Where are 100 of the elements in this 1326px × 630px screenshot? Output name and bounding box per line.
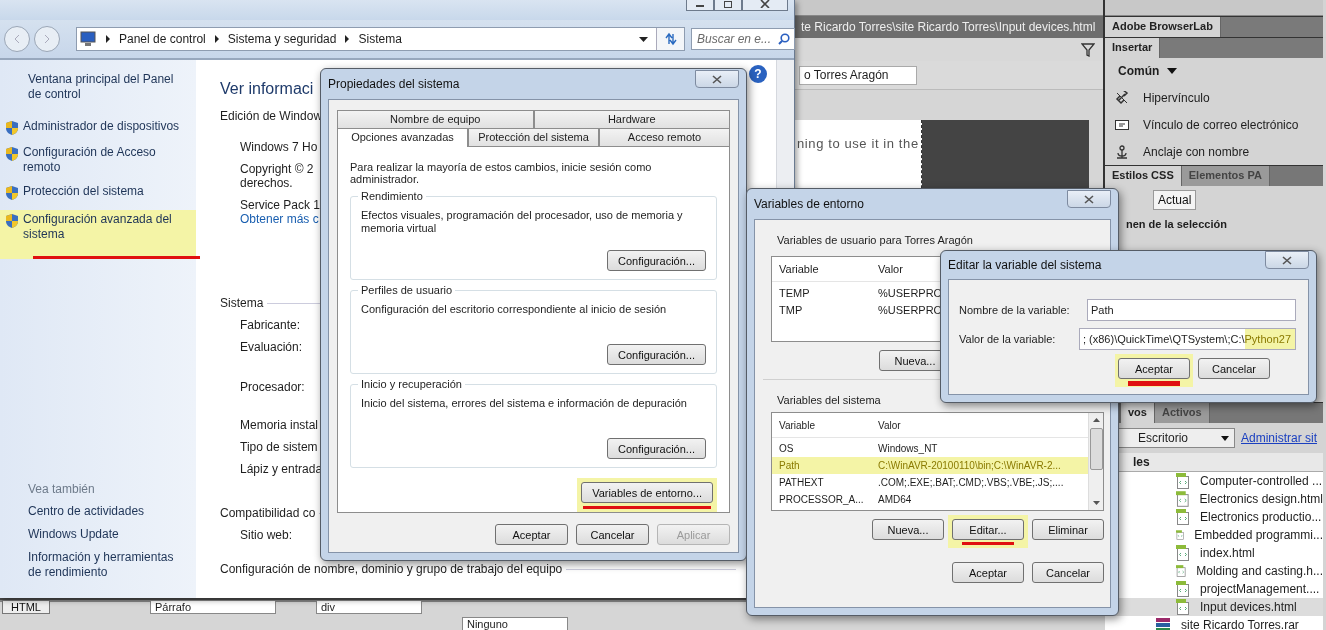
html-file-icon[interactable] [1176, 509, 1190, 525]
dialog-button[interactable]: Aceptar [1118, 358, 1190, 379]
section-heading: Edición de Window [220, 109, 323, 123]
sidebar-link[interactable]: Protección del sistema [23, 184, 144, 199]
html-file-icon[interactable] [1176, 563, 1187, 579]
address-bar[interactable]: Panel de control Sistema y seguridad Sistema [76, 27, 685, 51]
field-label: Nombre de la variable: [959, 304, 1071, 316]
tab[interactable]: Hardware [533, 110, 730, 128]
group-description: Efectos visuales, programación del procesador, uso de memoria y memoria virtual [361, 209, 684, 236]
tab[interactable]: Protección del sistema [468, 128, 599, 146]
sidebar-link[interactable]: Centro de actividades [10, 504, 188, 519]
window-title: Propiedades del sistema [328, 77, 460, 91]
id-dropdown[interactable]: Ninguno [461, 617, 568, 630]
settings-button[interactable]: Configuración... [606, 344, 706, 365]
close-button[interactable] [1067, 190, 1111, 208]
panel-tab[interactable]: vos [1121, 403, 1155, 423]
insert-item[interactable]: Vínculo de correo electrónico [1143, 117, 1299, 132]
sidebar-link[interactable]: Administrador de dispositivos [23, 119, 180, 134]
chevron-icon [105, 35, 111, 43]
search-field[interactable]: Buscar en e... [691, 28, 795, 50]
breadcrumb-item[interactable]: Sistema y seguridad [227, 32, 337, 46]
dialog-button[interactable]: Aceptar [952, 562, 1024, 583]
up-arrow-icon [1092, 418, 1100, 422]
breadcrumb-item[interactable]: Panel de control [119, 32, 206, 46]
manage-link[interactable]: Administrar sit [1241, 431, 1317, 445]
funnel-icon[interactable] [1081, 42, 1095, 57]
close-button[interactable] [1265, 251, 1309, 269]
close-button[interactable] [695, 70, 739, 88]
close-icon [1084, 194, 1094, 204]
tab[interactable]: Acceso remoto [599, 128, 730, 146]
scrollbar[interactable] [1088, 413, 1103, 510]
restore-button[interactable] [714, 0, 742, 11]
settings-button[interactable]: Configuración... [606, 250, 706, 271]
dialog-button[interactable]: Cancelar [576, 524, 649, 545]
scroll-thumb[interactable] [1089, 428, 1103, 470]
sidebar-link[interactable]: Ventana principal del Panel de control [10, 72, 188, 102]
caret-icon[interactable] [1167, 68, 1178, 74]
panel-tab[interactable]: Estilos CSS [1105, 166, 1182, 186]
class-dropdown[interactable]: div [315, 600, 422, 614]
dialog-button[interactable]: Aceptar [495, 524, 568, 545]
insert-item[interactable]: Hipervínculo [1143, 90, 1210, 105]
panel-tab[interactable]: Insertar [1105, 38, 1161, 58]
sidebar-link[interactable]: Configuración avanzada del sistema [23, 212, 190, 242]
input-field[interactable]: Path [1087, 299, 1296, 321]
group-description: Configuración del escritorio correspondiente al inicio de sesión [361, 303, 668, 317]
shield-icon [5, 120, 19, 136]
caret-icon[interactable] [1221, 435, 1229, 441]
info-label: Copyright © 2 [239, 162, 314, 176]
html-file-icon[interactable] [1176, 599, 1190, 615]
dialog-button[interactable]: Editar... [952, 519, 1024, 540]
category-dropdown[interactable]: Común [1118, 64, 1160, 78]
column-header[interactable]: Valor [871, 419, 901, 431]
mode-button[interactable]: Actual [1153, 190, 1197, 210]
file-item[interactable]: site Ricardo Torres.rar [1105, 616, 1323, 630]
file-item[interactable]: index.html [1105, 544, 1323, 562]
sidebar-link[interactable]: Información y herramientas de rendimiento [10, 550, 188, 580]
table-cell-text: AMD64 [877, 494, 912, 505]
dialog-button[interactable]: Cancelar [1198, 358, 1270, 379]
info-label: derechos. [239, 176, 293, 190]
minimize-button[interactable] [686, 0, 714, 11]
html-button[interactable]: HTML [2, 600, 50, 614]
file-item[interactable]: Electronics design.html [1105, 490, 1323, 508]
html-file-icon[interactable] [1176, 581, 1190, 597]
chain-icon[interactable] [1115, 90, 1129, 105]
file-item[interactable]: Embedded programmi... [1105, 526, 1323, 544]
html-file-icon[interactable] [1176, 545, 1190, 561]
input-field[interactable]: ; (x86)\QuickTime\QTSystem\;C:\Python27 [1078, 328, 1296, 350]
dialog-button[interactable]: Cancelar [1032, 562, 1104, 583]
format-dropdown[interactable]: Párrafo [149, 600, 276, 614]
file-item[interactable]: Molding and casting.h... [1105, 562, 1323, 580]
file-item[interactable]: projectManagement.... [1105, 580, 1323, 598]
panel-tab[interactable]: Adobe BrowserLab [1105, 17, 1221, 37]
highlighted-row[interactable]: Path C:\WinAVR-20100110\bin;C:\WinAVR-2... [772, 457, 1088, 474]
html-file-icon[interactable] [1176, 473, 1190, 489]
html-file-icon[interactable] [1176, 491, 1190, 507]
anchor-icon[interactable] [1115, 144, 1129, 159]
caret-icon[interactable] [639, 36, 648, 42]
column-header[interactable]: Valor [871, 263, 903, 275]
sidebar-link[interactable]: Windows Update [10, 527, 188, 542]
stacked-books-icon[interactable] [1155, 617, 1171, 630]
dialog-button[interactable]: Nueva... [872, 519, 944, 540]
refresh-button[interactable] [656, 28, 684, 50]
tab[interactable]: Opciones avanzadas [337, 128, 468, 147]
section-heading: Configuración de nombre, dominio y grupo de trabajo del equipo [220, 562, 563, 576]
close-button[interactable] [742, 0, 788, 11]
help-button[interactable]: ? [749, 65, 767, 83]
breadcrumb-item[interactable]: Sistema [358, 32, 402, 46]
document-tab[interactable]: te Ricardo Torres\site Ricardo Torres\Input devices.html [795, 16, 1103, 38]
dialog-button[interactable]: Eliminar [1032, 519, 1104, 540]
info-label: Windows 7 Ho [239, 140, 318, 154]
info-link[interactable]: Obtener más c [220, 212, 319, 226]
file-item[interactable]: Computer-controlled ... [1105, 472, 1323, 490]
settings-button[interactable]: Configuración... [606, 438, 706, 459]
tab[interactable]: Nombre de equipo [337, 110, 534, 128]
envelope-icon[interactable] [1115, 117, 1129, 132]
title-field[interactable]: o Torres Aragón [799, 65, 917, 85]
file-item[interactable]: Electronics productio... [1105, 508, 1323, 526]
insert-item[interactable]: Anclaje con nombre [1143, 144, 1250, 159]
environment-button[interactable]: Variables de entorno... [581, 482, 713, 503]
sidebar-link[interactable]: Configuración de Acceso remoto [23, 145, 190, 175]
